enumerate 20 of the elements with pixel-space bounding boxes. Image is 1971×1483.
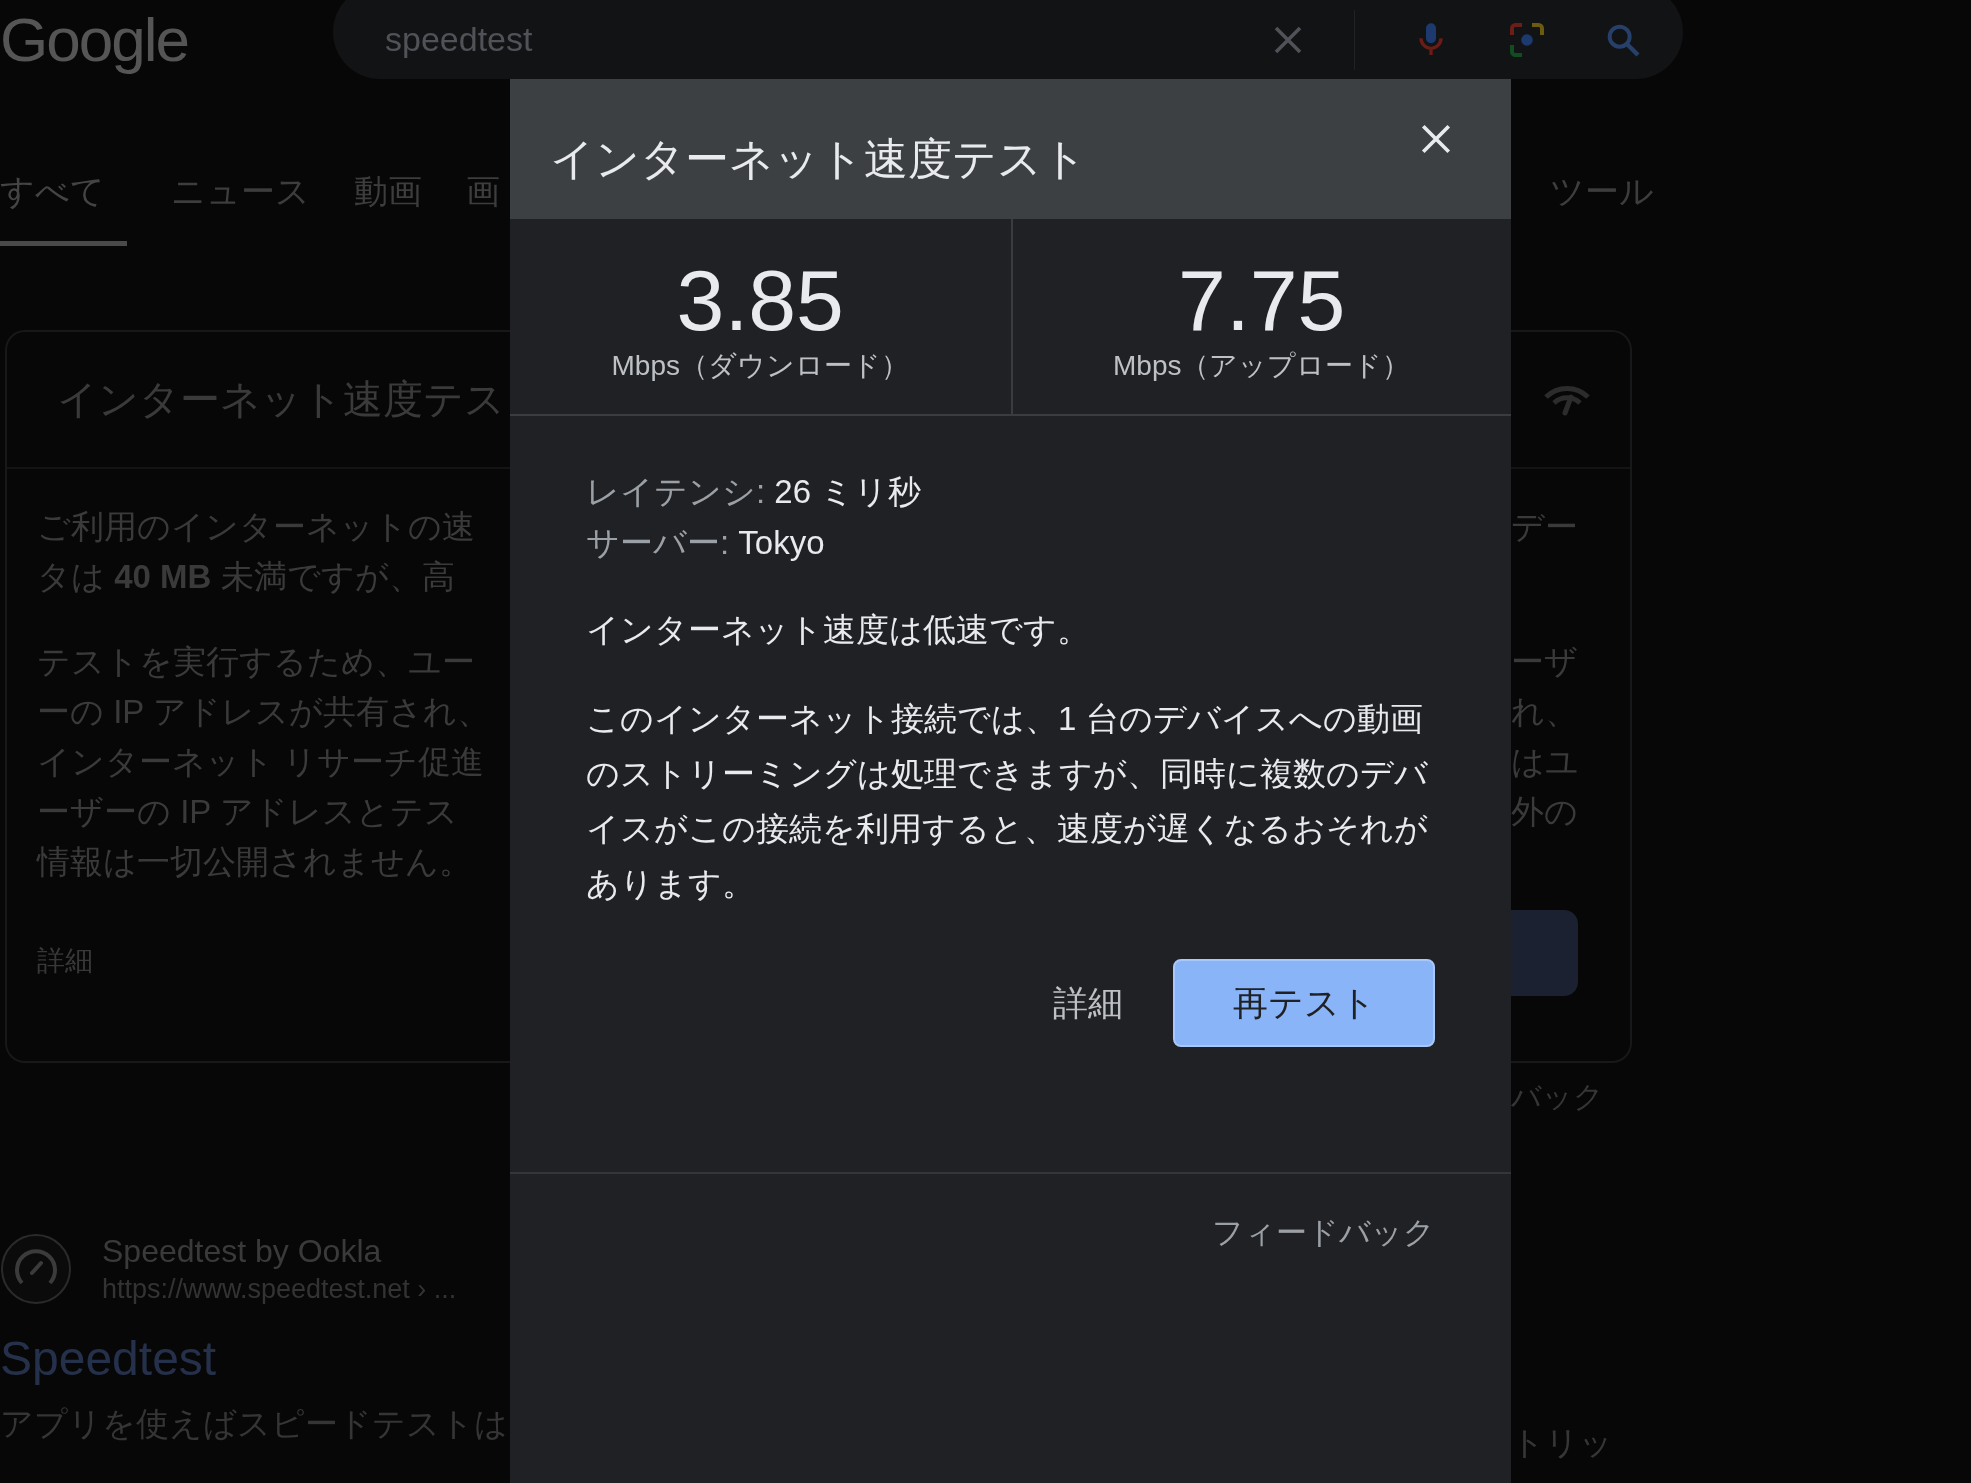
status-text: インターネット速度は低速です。: [586, 610, 1091, 650]
search-query: speedtest: [385, 20, 534, 59]
speed-unit: Mbps（アップロード）: [1113, 348, 1411, 383]
feedback-link[interactable]: フィードバック: [1212, 1212, 1435, 1254]
retest-button[interactable]: 再テスト: [1173, 959, 1435, 1047]
tab[interactable]: すべて: [0, 169, 127, 246]
dialog-title: インターネット速度テスト: [550, 132, 1087, 185]
detail-value: Tokyo: [738, 524, 825, 561]
logo[interactable]: Google: [0, 2, 333, 78]
detail-label: サーバー:: [586, 524, 730, 561]
search-field[interactable]: speedtest: [333, 0, 1683, 79]
speed-value: 3.85: [676, 256, 844, 343]
details-button[interactable]: 詳細: [1053, 959, 1123, 1047]
speed-value: 7.75: [1178, 256, 1346, 343]
description-text: このインターネット接続では、1 台のデバイスへの動画のストリーミングは処理できますが、同時に複数のデバイスがこの接続を利用すると、速度が遅くなるおそれがあります。: [586, 699, 1429, 904]
result-title-link[interactable]: Speedtest: [0, 1331, 510, 1386]
detail-value: 26 ミリ秒: [774, 473, 922, 510]
close-icon[interactable]: [1419, 122, 1453, 156]
speed-unit: Mbps（ダウンロード）: [611, 348, 909, 383]
detail-label: レイテンシ:: [586, 473, 766, 510]
